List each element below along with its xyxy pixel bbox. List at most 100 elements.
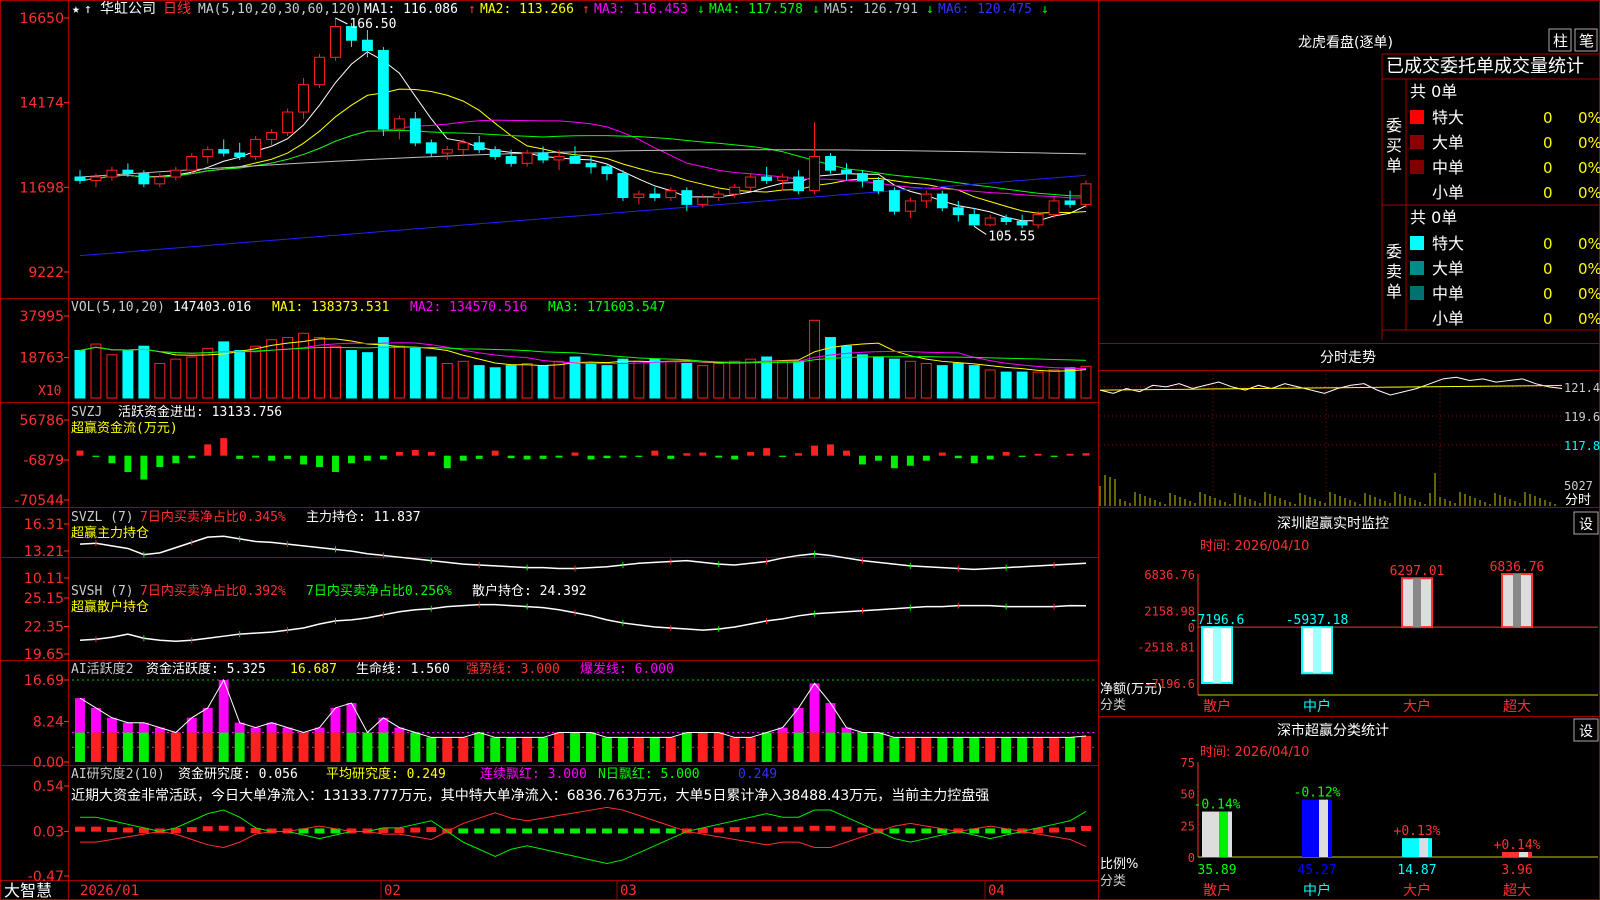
monitor-bar-group xyxy=(1301,626,1333,675)
ai2-research-bar xyxy=(1081,825,1091,831)
y-tick-label: 0.03 xyxy=(33,824,64,840)
volume-bar xyxy=(745,358,757,399)
fund-flow-bar xyxy=(379,455,387,460)
ai2-research-bar xyxy=(75,826,85,832)
ai2-research-bar xyxy=(426,827,437,833)
stock-name: 华虹公司 xyxy=(100,1,156,17)
ai1-activity-bar xyxy=(378,732,389,762)
candle-body xyxy=(872,179,884,192)
candle-body xyxy=(122,169,134,175)
ai2-research-bar xyxy=(218,825,229,831)
volume-bar xyxy=(553,360,565,399)
ma4-label: MA4: 117.578 xyxy=(709,2,803,17)
ai2-research-bar xyxy=(506,828,517,834)
fund-flow-bar xyxy=(683,453,691,456)
y-tick-label: 11698 xyxy=(19,180,64,196)
volume-bar xyxy=(1000,371,1012,399)
ai2-research-bar xyxy=(490,828,501,834)
svsh-label1: 7日内买卖净占比0.392% xyxy=(140,583,286,599)
classify-change-label: -0.14% xyxy=(1194,798,1241,813)
ai2-research-bar xyxy=(1049,827,1060,833)
classify-tick: 0 xyxy=(1188,851,1195,865)
ai2-label4: N日飘红: 5.000 xyxy=(598,766,700,782)
high-annotation-pointer xyxy=(335,17,348,25)
monitor-xlabel: 分类 xyxy=(1100,698,1126,713)
classify-value-label: 35.89 xyxy=(1197,863,1236,878)
fund-flow-bar xyxy=(156,455,164,467)
ai1-activity-bar xyxy=(170,732,181,762)
candle-body xyxy=(425,142,437,154)
dt-row-pct: 0% xyxy=(1578,235,1600,253)
volume-bar xyxy=(489,367,501,399)
candle-body xyxy=(409,118,421,144)
dt-row-label: 大单 xyxy=(1432,133,1464,152)
ai1-activity-bar xyxy=(602,737,612,762)
ai2-research-bar xyxy=(921,828,932,834)
volume-bar xyxy=(346,350,357,399)
candle-body xyxy=(138,173,150,185)
volume-bar xyxy=(1016,371,1028,399)
candle-body xyxy=(1032,214,1044,226)
ai1-activity-bar xyxy=(681,732,692,762)
ai2-research-bar xyxy=(745,826,756,832)
monitor-settings-label: 设 xyxy=(1579,517,1593,533)
svzj-label: 活跃资金进出: 13133.756 xyxy=(118,404,282,420)
classify-change-label: +0.14% xyxy=(1494,838,1541,853)
volume-bar xyxy=(441,362,453,399)
volume-bar xyxy=(1064,367,1076,399)
candle-body xyxy=(825,155,836,171)
ai2-label2: 平均研究度: 0.249 xyxy=(326,766,446,782)
y-tick-label: -0.47 xyxy=(28,869,64,885)
fund-flow-bar xyxy=(188,455,196,459)
ai1-activity-bar xyxy=(394,732,405,762)
vol-ma2: MA2: 134570.516 xyxy=(410,300,527,315)
dt-row-pct: 0% xyxy=(1578,260,1600,278)
volume-bar xyxy=(665,360,677,399)
classify-time: 时间: 2026/04/10 xyxy=(1200,745,1309,760)
candle-body xyxy=(968,214,980,226)
ma-title: MA(5,10,20,30,60,120) xyxy=(198,2,362,17)
ai1-burst-bar xyxy=(75,698,85,733)
ai2-research-bar xyxy=(202,826,213,832)
candle-body xyxy=(298,84,309,113)
monitor-value-label: 6836.76 xyxy=(1490,560,1545,575)
volume-bar xyxy=(1032,371,1044,399)
dt-side-label: 委 xyxy=(1386,242,1402,261)
ai1-activity-bar xyxy=(522,737,533,762)
column-button-label: 柱 xyxy=(1553,32,1568,50)
ai1-activity-bar xyxy=(825,732,836,762)
volume-bar xyxy=(393,345,405,399)
fund-flow-bar xyxy=(906,455,914,466)
intraday-header: 分时走势 分时 xyxy=(1320,350,1591,508)
volume-bar xyxy=(617,358,629,399)
y-tick-label: 16.31 xyxy=(24,517,64,533)
classify-value-label: 45.27 xyxy=(1297,863,1336,878)
ai1-activity-bar xyxy=(314,732,325,762)
fund-flow-bar xyxy=(715,455,723,458)
y-tick-label: 18763 xyxy=(19,351,64,367)
ma120-line xyxy=(79,174,1087,257)
ai2-research-bar xyxy=(649,828,660,834)
fund-flow-bar xyxy=(922,455,930,461)
ai2-research-bar xyxy=(793,826,804,832)
ai1-activity-bar xyxy=(106,732,117,762)
fund-flow-bar xyxy=(284,455,292,459)
volume-bar xyxy=(138,345,150,399)
fund-flow-bar xyxy=(363,455,371,461)
y-tick-label: 9222 xyxy=(28,265,64,281)
fund-flow-bar xyxy=(347,455,355,464)
volume-bar xyxy=(314,337,325,399)
candle-body xyxy=(857,173,868,181)
intraday-tick: 117.8 xyxy=(1564,439,1600,453)
ai1-activity-bar xyxy=(410,732,421,762)
fund-flow-bar xyxy=(507,455,515,459)
fund-flow-bar xyxy=(124,455,132,473)
dt-color-swatch xyxy=(1410,286,1424,300)
volume-bar xyxy=(74,350,86,399)
ma1-label: MA1: 116.086 xyxy=(364,2,458,17)
svzj-title: SVZJ xyxy=(71,405,102,420)
ma4-arrow: ↓ xyxy=(812,2,820,17)
fund-flow-bar xyxy=(204,444,212,456)
ai1-burst-bar xyxy=(122,722,133,733)
dt-row-label: 特大 xyxy=(1432,108,1464,127)
